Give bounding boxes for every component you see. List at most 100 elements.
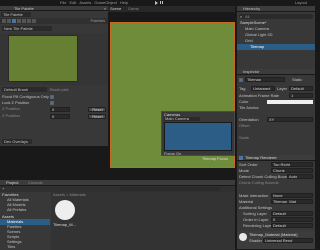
row-label: Layer (277, 86, 288, 91)
search-hint: All (245, 14, 250, 19)
tilemap-focus-label: Tilemap Focus (202, 156, 229, 161)
select-tool-icon[interactable] (2, 19, 6, 23)
hierarchy-item-label: SampleScene* (240, 20, 267, 25)
box-fill-tool-icon[interactable] (17, 19, 21, 23)
focus-on-label: Focus On (164, 151, 182, 156)
lock-z-checkbox[interactable] (50, 101, 54, 105)
row-label: Chunk Culling Bounds (239, 180, 279, 185)
tile-anchor-row: Tile Anchor (239, 105, 315, 111)
orientation-dropdown[interactable]: XY (267, 117, 313, 122)
scene-tab-strip: Scene Game (108, 6, 235, 12)
renderer-field[interactable]: Default (271, 211, 313, 216)
row-label: Order in Layer (243, 217, 269, 222)
renderer-field[interactable]: Top Right (271, 162, 313, 167)
palette-tile-grid[interactable] (8, 35, 78, 82)
palette-dropdown[interactable]: New Tile Palette (2, 26, 52, 31)
move-tool-icon[interactable] (7, 19, 11, 23)
hierarchy-search[interactable]: ⌕ All (239, 14, 313, 19)
material-name: Tilemap_Material (Material) (249, 232, 298, 237)
hierarchy-tab[interactable]: Hierarchy (243, 6, 260, 12)
material-icon (239, 233, 247, 241)
row-label: Detect Chunk Culling Bounds (239, 174, 292, 179)
tile-palette-panel: Tile Palette × Tile Palette Palettes New… (0, 6, 108, 146)
renderer-field[interactable]: Auto (287, 174, 313, 179)
row-label: Additional Settings (239, 205, 273, 210)
animation-field[interactable]: 1 (289, 93, 313, 98)
menu-assets[interactable]: Assets (79, 0, 91, 5)
row-label: Offset (239, 123, 250, 128)
camera-preview (164, 122, 232, 151)
window-title: Tile Palette (14, 6, 34, 11)
menu-file[interactable]: File (60, 0, 66, 5)
tab-scene[interactable]: Scene (110, 6, 121, 12)
row-label: Tag (239, 86, 246, 91)
breadcrumb: Assets > Materials (53, 192, 235, 198)
option-label: Z Position (2, 106, 20, 111)
hierarchy-tab-strip: Hierarchy (237, 6, 315, 12)
row-label: Sort Order (239, 162, 258, 167)
layer-dropdown[interactable]: Default (289, 86, 313, 91)
hierarchy-item-label: Main Camera (245, 26, 270, 31)
hierarchy-item-label: Global Light 2D (245, 32, 273, 37)
object-name-field[interactable]: Tilemap (245, 77, 285, 82)
play-icon[interactable] (155, 0, 158, 5)
renderer-row: Chunk Culling Bounds (239, 180, 315, 186)
brush-pick-label: Brush pick (50, 87, 69, 92)
menu-help[interactable]: Help (120, 0, 128, 5)
pause-icon[interactable] (160, 1, 163, 4)
renderer-field[interactable]: 0 (271, 217, 313, 222)
renderer-field[interactable]: Default (271, 223, 313, 228)
color-swatch[interactable] (267, 100, 313, 104)
menu-bar: File Edit Assets GameObject Help (60, 0, 150, 5)
reset-button[interactable]: Reset (88, 107, 106, 112)
tile-palette-tab[interactable]: Tile Palette (1, 12, 31, 17)
flood-fill-checkbox[interactable] (50, 95, 54, 99)
search-icon: ⌕ (240, 14, 243, 19)
renderer-field[interactable]: None (271, 193, 313, 198)
tilemap-renderer-header[interactable]: Tilemap Renderer (237, 155, 315, 161)
renderer-field[interactable]: Chunk (271, 168, 313, 173)
tag-dropdown[interactable]: Untagged (251, 86, 275, 91)
object-header: Tilemap Static (237, 76, 315, 86)
inspector-tab-strip: Inspector (237, 69, 315, 75)
fill-tool-icon[interactable] (32, 19, 36, 23)
material-thumbnail[interactable] (55, 200, 75, 220)
brush-dropdown[interactable]: Default Brush (2, 87, 47, 92)
z-position-field-2[interactable]: 0 (50, 114, 70, 119)
asset-grid: Assets > Materials Tilemap_M... (51, 192, 235, 250)
z-position-field[interactable]: 0 (50, 107, 70, 112)
menu-gameobject[interactable]: GameObject (94, 0, 116, 5)
tree-label: Tiles (7, 244, 16, 249)
material-footer: Tilemap_Material (Material) Shader Unive… (237, 231, 315, 250)
reset-button-2[interactable]: Reset (88, 114, 106, 119)
row-label: Scale (239, 135, 250, 140)
menu-edit[interactable]: Edit (69, 0, 76, 5)
dev-overlays-button[interactable]: Dev Overlays (2, 139, 32, 144)
play-controls (145, 0, 173, 5)
picker-tool-icon[interactable] (22, 19, 26, 23)
close-icon[interactable]: × (104, 6, 106, 11)
renderer-field[interactable]: Tilemap_Mat (271, 199, 313, 204)
layout-button[interactable]: Layout (295, 0, 307, 5)
scale-row: Scale (239, 135, 315, 141)
breadcrumb-text: Assets > Materials (53, 192, 86, 197)
hierarchy-item-label: Grid (245, 38, 253, 43)
row-label: Mask Interaction (239, 193, 269, 198)
tab-game[interactable]: Game (128, 6, 139, 12)
project-search[interactable] (120, 187, 220, 191)
shader-label: Shader (249, 238, 262, 243)
object-active-checkbox[interactable] (239, 78, 243, 82)
paint-tool-icon[interactable] (12, 19, 16, 23)
camera-select[interactable]: Main Camera (164, 117, 200, 121)
project-panel: Project Console + Favorites All Material… (0, 180, 235, 250)
tree-label: All Prefabs (7, 207, 27, 212)
row-label: Orientation (239, 117, 259, 122)
hierarchy-item-selected[interactable]: Tilemap (237, 44, 315, 50)
eraser-tool-icon[interactable] (27, 19, 31, 23)
row-label: Sorting Layer (243, 211, 267, 216)
shader-dropdown[interactable]: Universal Rend (263, 238, 313, 243)
tree-item[interactable]: Tiles (7, 244, 50, 250)
inspector-tab[interactable]: Inspector (243, 69, 259, 75)
row-label: Tile Anchor (239, 105, 259, 110)
tree-item[interactable]: All Prefabs (7, 207, 50, 213)
